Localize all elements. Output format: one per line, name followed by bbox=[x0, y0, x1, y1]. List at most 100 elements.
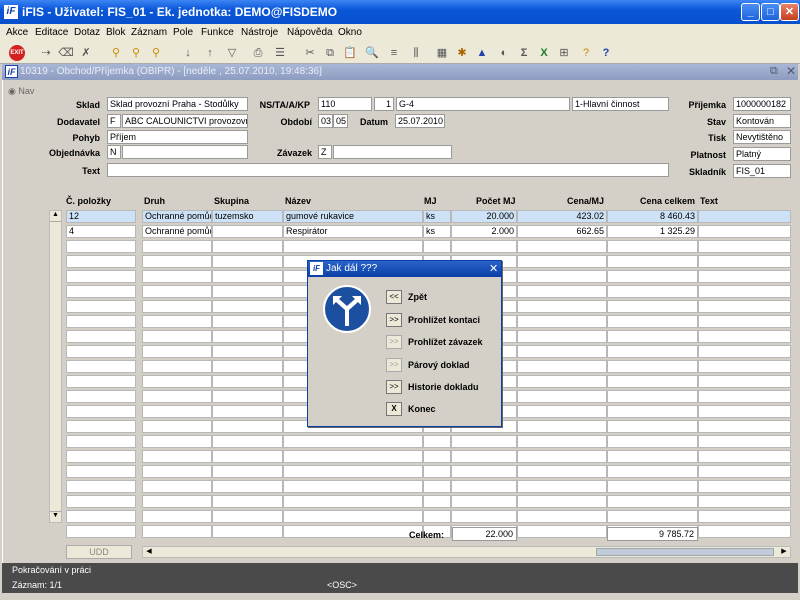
cell-mj[interactable] bbox=[423, 495, 451, 508]
cell-nazev[interactable] bbox=[283, 450, 423, 463]
cell-skupina[interactable] bbox=[212, 480, 283, 493]
cell-pocet-mj[interactable] bbox=[451, 480, 517, 493]
cell-text[interactable] bbox=[698, 525, 791, 538]
cell-skupina[interactable] bbox=[212, 270, 283, 283]
cell-cena-mj[interactable] bbox=[517, 480, 607, 493]
cell-text[interactable] bbox=[698, 225, 791, 238]
cell-polozka[interactable] bbox=[66, 270, 136, 283]
cell-skupina[interactable] bbox=[212, 360, 283, 373]
scroll-right-icon[interactable]: ▶ bbox=[779, 547, 789, 557]
columns-icon[interactable]: ⫼ bbox=[408, 45, 424, 61]
cell-pocet-mj[interactable]: 2.000 bbox=[451, 225, 517, 238]
pohyb-field[interactable]: Příjem bbox=[107, 130, 248, 144]
cell-skupina[interactable] bbox=[212, 300, 283, 313]
cell-druh[interactable] bbox=[142, 450, 212, 463]
cell-text[interactable] bbox=[698, 345, 791, 358]
cell-skupina[interactable] bbox=[212, 375, 283, 388]
cell-polozka[interactable] bbox=[66, 375, 136, 388]
cell-nazev[interactable]: gumové rukavice bbox=[283, 210, 423, 223]
cell-skupina[interactable] bbox=[212, 390, 283, 403]
table-vscrollbar[interactable]: ▲ ▼ bbox=[49, 210, 62, 523]
close-button[interactable]: ✕ bbox=[780, 3, 799, 21]
cell-cena-celkem[interactable] bbox=[607, 330, 698, 343]
cell-text[interactable] bbox=[698, 510, 791, 523]
cell-polozka[interactable] bbox=[66, 255, 136, 268]
cell-text[interactable] bbox=[698, 255, 791, 268]
cell-cena-mj[interactable] bbox=[517, 420, 607, 433]
cell-cena-mj[interactable] bbox=[517, 510, 607, 523]
cell-druh[interactable] bbox=[142, 255, 212, 268]
cell-text[interactable] bbox=[698, 330, 791, 343]
list-icon[interactable]: ☰ bbox=[272, 45, 288, 61]
cell-cena-celkem[interactable] bbox=[607, 510, 698, 523]
cell-cena-mj[interactable] bbox=[517, 270, 607, 283]
paste-icon[interactable]: 📋 bbox=[342, 45, 358, 61]
maximize-button[interactable]: □ bbox=[761, 3, 780, 21]
cell-cena-mj[interactable] bbox=[517, 315, 607, 328]
cell-nazev[interactable]: Respirátor bbox=[283, 225, 423, 238]
cell-cena-mj[interactable] bbox=[517, 330, 607, 343]
cell-cena-celkem[interactable] bbox=[607, 285, 698, 298]
cell-pocet-mj[interactable] bbox=[451, 495, 517, 508]
help-icon[interactable]: ? bbox=[598, 45, 614, 61]
cell-polozka[interactable] bbox=[66, 240, 136, 253]
cell-text[interactable] bbox=[698, 465, 791, 478]
new-record-icon[interactable]: ⇢ bbox=[38, 45, 54, 61]
cell-text[interactable] bbox=[698, 435, 791, 448]
cell-polozka[interactable] bbox=[66, 420, 136, 433]
cell-cena-celkem[interactable] bbox=[607, 360, 698, 373]
prohlizet-kontaci-label[interactable]: Prohlížet kontaci bbox=[408, 315, 480, 325]
ta-field[interactable]: 1 bbox=[374, 97, 394, 111]
cell-mj[interactable]: ks bbox=[423, 225, 451, 238]
clear-icon[interactable]: ✗ bbox=[78, 45, 94, 61]
cell-cena-mj[interactable] bbox=[517, 465, 607, 478]
cell-polozka[interactable]: 4 bbox=[66, 225, 136, 238]
cell-text[interactable] bbox=[698, 480, 791, 493]
prohlizet-zavazek-button[interactable]: >> bbox=[386, 335, 402, 349]
cell-text[interactable] bbox=[698, 375, 791, 388]
cell-druh[interactable] bbox=[142, 360, 212, 373]
menu-pole[interactable]: Pole bbox=[173, 27, 193, 38]
cell-cena-celkem[interactable] bbox=[607, 315, 698, 328]
align-icon[interactable]: ≡ bbox=[386, 45, 402, 61]
scroll-down-icon[interactable]: ▼ bbox=[50, 511, 61, 522]
cell-cena-mj[interactable] bbox=[517, 405, 607, 418]
cut-icon[interactable]: ✂ bbox=[302, 45, 318, 61]
cell-text[interactable] bbox=[698, 210, 791, 223]
cell-polozka[interactable] bbox=[66, 465, 136, 478]
cell-cena-mj[interactable] bbox=[517, 495, 607, 508]
cell-cena-mj[interactable] bbox=[517, 345, 607, 358]
cell-nazev[interactable] bbox=[283, 435, 423, 448]
help-topic-icon[interactable]: ? bbox=[578, 45, 594, 61]
cell-cena-celkem[interactable] bbox=[607, 375, 698, 388]
prohlizet-kontaci-button[interactable]: >> bbox=[386, 313, 402, 327]
cell-druh[interactable] bbox=[142, 495, 212, 508]
obdobi-month-field[interactable]: 03 bbox=[318, 114, 333, 128]
cell-nazev[interactable] bbox=[283, 480, 423, 493]
cell-druh[interactable] bbox=[142, 435, 212, 448]
calculator-icon[interactable]: ▦ bbox=[434, 45, 450, 61]
cell-polozka[interactable] bbox=[66, 330, 136, 343]
cell-polozka[interactable] bbox=[66, 495, 136, 508]
sort-asc-icon[interactable]: ↓ bbox=[180, 45, 196, 61]
objednavka-flag[interactable]: N bbox=[107, 145, 121, 159]
excel-icon[interactable]: X bbox=[536, 45, 552, 61]
cell-text[interactable] bbox=[698, 270, 791, 283]
cell-polozka[interactable] bbox=[66, 525, 136, 538]
dialog-close-icon[interactable]: ✕ bbox=[489, 262, 498, 275]
menu-zaznam[interactable]: Záznam bbox=[131, 27, 167, 38]
cell-skupina[interactable] bbox=[212, 315, 283, 328]
cell-skupina[interactable] bbox=[212, 495, 283, 508]
cell-druh[interactable] bbox=[142, 525, 212, 538]
close-form-icon[interactable]: ✕ bbox=[786, 64, 796, 78]
cell-nazev[interactable] bbox=[283, 495, 423, 508]
delete-record-icon[interactable]: ⌫ bbox=[58, 45, 74, 61]
cell-text[interactable] bbox=[698, 300, 791, 313]
cell-polozka[interactable] bbox=[66, 360, 136, 373]
cell-skupina[interactable] bbox=[212, 435, 283, 448]
dodavatel-field[interactable]: ABC CALOUNICTVI provozovna bbox=[122, 114, 248, 128]
cell-pocet-mj[interactable]: 20.000 bbox=[451, 210, 517, 223]
cell-text[interactable] bbox=[698, 405, 791, 418]
filter-icon[interactable]: ▽ bbox=[224, 45, 240, 61]
export-icon[interactable]: ⊞ bbox=[556, 45, 572, 61]
